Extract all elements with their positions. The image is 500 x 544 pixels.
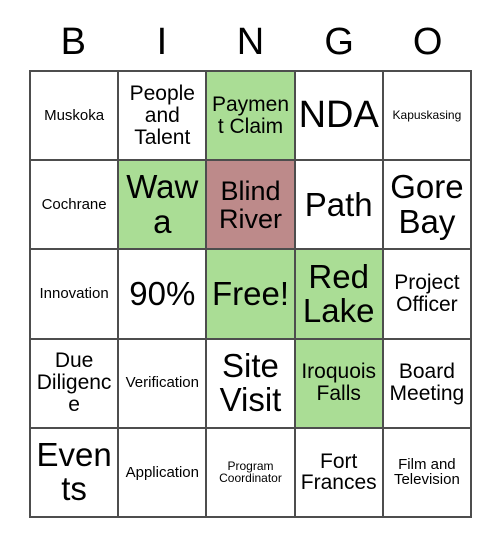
bingo-cell-label: Application xyxy=(125,463,199,481)
bingo-cell-label: Red Lake xyxy=(302,257,375,329)
bingo-cell[interactable]: Red Lake xyxy=(295,250,384,340)
bingo-cell-label: Project Officer xyxy=(394,271,460,316)
bingo-grid: Muskoka People and Talent Payment Claim NDA… xyxy=(29,70,472,518)
bingo-cell-label: Gore Bay xyxy=(390,168,464,240)
bingo-header-letter-o: O xyxy=(412,21,443,63)
bingo-cell[interactable]: Site Visit xyxy=(207,339,296,429)
bingo-cell[interactable]: Kapuskasing xyxy=(383,72,472,162)
bingo-cell-label: Program Coordinator xyxy=(219,458,282,486)
bingo-cell-label: Path xyxy=(304,185,373,223)
bingo-cell[interactable]: Application xyxy=(119,428,208,518)
bingo-cell-label: Iroquois Falls xyxy=(301,360,377,406)
bingo-cell-label: Fort Frances xyxy=(300,449,377,495)
bingo-header-row: B I N G O xyxy=(29,14,472,70)
bingo-cell[interactable]: Payment Claim xyxy=(207,72,296,162)
bingo-cell-label: Due Diligence xyxy=(36,349,112,417)
bingo-cell[interactable]: Gore Bay xyxy=(383,161,472,251)
bingo-cell[interactable]: Events xyxy=(31,428,120,518)
bingo-cell-label: NDA xyxy=(298,93,379,136)
bingo-cell[interactable]: Free! xyxy=(207,250,296,340)
bingo-cell-label: Wawa xyxy=(126,168,199,240)
bingo-cell[interactable]: Blind River xyxy=(207,161,296,251)
bingo-cell[interactable]: People and Talent xyxy=(119,72,208,162)
bingo-cell-label: Events xyxy=(36,436,112,508)
bingo-cell-label: Payment Claim xyxy=(211,92,290,138)
bingo-cell[interactable]: 90% xyxy=(119,250,208,340)
bingo-header-letter-n: N xyxy=(236,21,265,63)
bingo-cell[interactable]: NDA xyxy=(295,72,384,162)
bingo-cell[interactable]: Wawa xyxy=(119,161,208,251)
bingo-header-letter-g: G xyxy=(324,21,354,63)
bingo-cell-label: Blind River xyxy=(218,175,282,234)
bingo-header-letter-i: I xyxy=(156,21,168,63)
bingo-cell[interactable]: Path xyxy=(295,161,384,251)
bingo-cell[interactable]: Film and Television xyxy=(383,428,472,518)
bingo-cell-label: Innovation xyxy=(39,285,109,303)
bingo-cell[interactable]: Fort Frances xyxy=(295,428,384,518)
bingo-cell-label: Verification xyxy=(125,374,199,392)
bingo-cell[interactable]: Verification xyxy=(119,339,208,429)
bingo-cell[interactable]: Project Officer xyxy=(383,250,472,340)
bingo-cell-label: Site Visit xyxy=(219,346,282,419)
bingo-cell-label: Film and Television xyxy=(393,455,460,489)
bingo-cell[interactable]: Innovation xyxy=(31,250,120,340)
bingo-cell-label: People and Talent xyxy=(129,81,195,149)
bingo-cell[interactable]: Due Diligence xyxy=(31,339,120,429)
bingo-cell-label: 90% xyxy=(129,274,196,312)
bingo-cell-label: Muskoka xyxy=(44,106,105,124)
bingo-cell-label: Cochrane xyxy=(41,195,107,213)
bingo-cell[interactable]: Board Meeting xyxy=(383,339,472,429)
bingo-cell[interactable]: Iroquois Falls xyxy=(295,339,384,429)
bingo-cell-label: Kapuskasing xyxy=(392,108,462,123)
bingo-card: B I N G O Muskoka People and Talent Paymen… xyxy=(29,14,472,518)
bingo-cell[interactable]: Cochrane xyxy=(31,161,120,251)
bingo-header-letter-b: B xyxy=(60,21,86,63)
bingo-cell[interactable]: Program Coordinator xyxy=(207,428,296,518)
bingo-cell[interactable]: Muskoka xyxy=(31,72,120,162)
bingo-cell-label: Board Meeting xyxy=(389,360,465,406)
bingo-cell-label: Free! xyxy=(211,274,289,312)
